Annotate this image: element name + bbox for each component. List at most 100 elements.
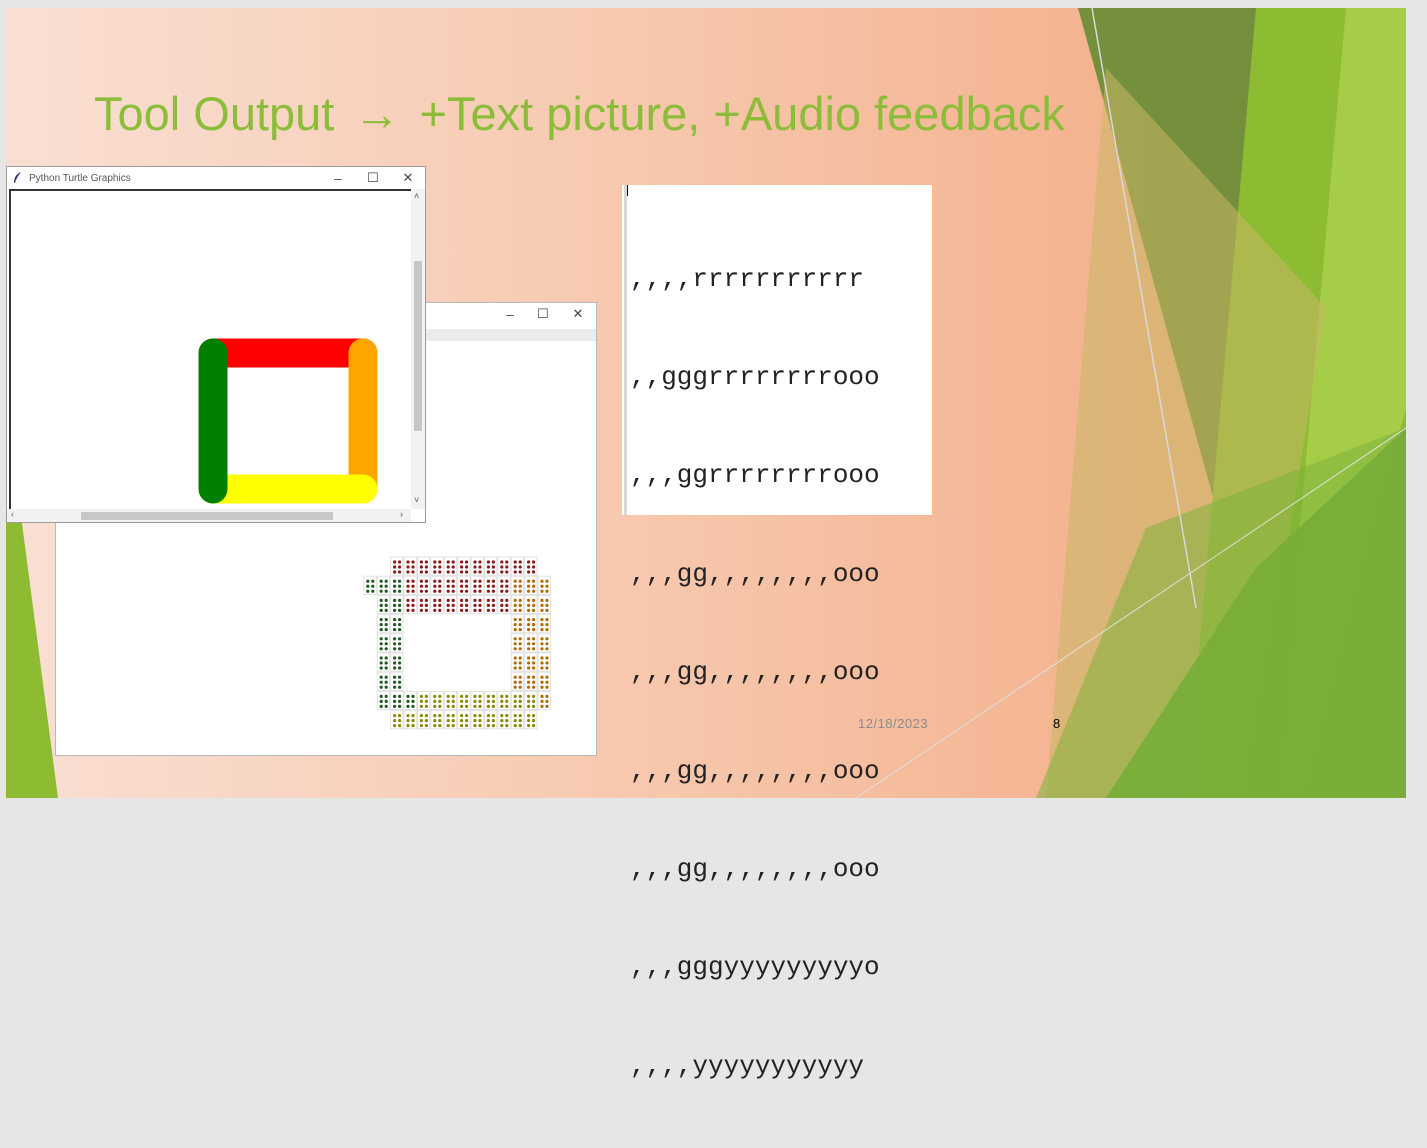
braille-dot xyxy=(398,560,402,564)
braille-dot xyxy=(527,560,531,564)
braille-cell xyxy=(524,556,538,576)
braille-dot xyxy=(518,570,522,574)
braille-cell xyxy=(390,614,404,634)
braille-dot xyxy=(513,628,517,632)
turtle-drawing-canvas[interactable] xyxy=(9,189,411,509)
braille-dot xyxy=(451,570,455,574)
braille-dot xyxy=(384,598,388,602)
braille-dot xyxy=(505,704,509,708)
braille-cell xyxy=(524,614,538,634)
braille-dot xyxy=(478,694,482,698)
braille-dot xyxy=(433,608,437,612)
braille-dot xyxy=(433,603,437,607)
braille-dot xyxy=(446,589,450,593)
braille-cell xyxy=(457,575,471,595)
braille-dot xyxy=(411,699,415,703)
braille-dot xyxy=(451,719,455,723)
braille-dot xyxy=(527,623,531,627)
braille-dot xyxy=(478,714,482,718)
vertical-scroll-thumb[interactable] xyxy=(414,261,422,431)
braille-dot xyxy=(491,560,495,564)
braille-dot xyxy=(398,704,402,708)
maximize-icon[interactable]: ☐ xyxy=(356,167,390,189)
horizontal-scrollbar[interactable]: ‹ › xyxy=(7,509,411,522)
braille-dot xyxy=(486,704,490,708)
maximize-icon[interactable]: ☐ xyxy=(526,303,560,325)
braille-cell xyxy=(363,575,377,595)
braille-dot xyxy=(424,608,428,612)
minimize-icon[interactable]: – xyxy=(493,303,527,325)
braille-dot xyxy=(513,694,517,698)
text-picture-panel[interactable]: ,,,,rrrrrrrrrrr ,,gggrrrrrrrrooo ,,,ggrr… xyxy=(622,185,932,1081)
braille-dot xyxy=(411,589,415,593)
braille-dot xyxy=(545,637,549,641)
braille-dot xyxy=(518,565,522,569)
braille-dot xyxy=(545,680,549,684)
braille-dot xyxy=(491,570,495,574)
scroll-down-icon[interactable]: ˅ xyxy=(414,495,419,505)
braille-dot xyxy=(478,584,482,588)
braille-dot xyxy=(384,680,388,684)
close-icon[interactable]: ✕ xyxy=(561,303,595,325)
braille-dot xyxy=(500,714,504,718)
braille-dot xyxy=(545,656,549,660)
braille-dot xyxy=(513,637,517,641)
braille-dot xyxy=(540,699,544,703)
braille-dot xyxy=(478,608,482,612)
braille-dot xyxy=(438,579,442,583)
braille-dot xyxy=(486,570,490,574)
braille-dot xyxy=(473,719,477,723)
braille-cell xyxy=(510,690,525,711)
braille-dot xyxy=(419,608,423,612)
braille-dot xyxy=(438,570,442,574)
braille-dot xyxy=(540,680,544,684)
braille-dot xyxy=(366,579,370,583)
braille-dot xyxy=(532,647,536,651)
minimize-icon[interactable]: – xyxy=(321,167,355,189)
braille-dot xyxy=(500,603,504,607)
braille-dot xyxy=(540,647,544,651)
braille-dot xyxy=(465,719,469,723)
braille-dot xyxy=(513,598,517,602)
close-icon[interactable]: ✕ xyxy=(391,167,425,189)
scroll-up-icon[interactable]: ˄ xyxy=(414,191,419,201)
braille-cell xyxy=(483,575,498,595)
braille-dot xyxy=(532,704,536,708)
braille-dot xyxy=(527,724,531,728)
text-line: ,,,gg,,,,,,,,ooo xyxy=(630,755,880,786)
braille-dot xyxy=(451,589,455,593)
braille-cell xyxy=(470,556,484,576)
braille-dot xyxy=(532,656,536,660)
braille-dot xyxy=(419,724,423,728)
braille-cell xyxy=(470,690,484,711)
braille-dot xyxy=(384,623,388,627)
braille-dot xyxy=(465,699,469,703)
braille-cell xyxy=(416,690,431,711)
braille-dot xyxy=(518,584,522,588)
braille-cell xyxy=(510,614,525,634)
braille-dot xyxy=(398,579,402,583)
braille-dot xyxy=(406,579,410,583)
braille-dot xyxy=(406,560,410,564)
turtle-window-title: Python Turtle Graphics xyxy=(29,172,131,184)
scroll-left-icon[interactable]: ‹ xyxy=(11,509,14,519)
braille-cell xyxy=(430,690,444,711)
braille-dot xyxy=(478,589,482,593)
horizontal-scroll-thumb[interactable] xyxy=(81,512,333,520)
braille-dot xyxy=(518,647,522,651)
braille-dot xyxy=(398,589,402,593)
braille-dot xyxy=(424,714,428,718)
braille-dot xyxy=(518,675,522,679)
braille-dot xyxy=(500,724,504,728)
vertical-scrollbar[interactable]: ˄ ˅ xyxy=(411,189,425,509)
braille-dot xyxy=(451,724,455,728)
scroll-right-icon[interactable]: › xyxy=(400,509,403,519)
braille-dot xyxy=(532,579,536,583)
braille-dot xyxy=(540,704,544,708)
slide-title: Tool Output → +Text picture, +Audio feed… xyxy=(94,86,1065,141)
braille-cell xyxy=(524,575,538,595)
braille-dot xyxy=(398,598,402,602)
braille-dot xyxy=(446,560,450,564)
braille-dot xyxy=(433,719,437,723)
braille-dot xyxy=(518,719,522,723)
